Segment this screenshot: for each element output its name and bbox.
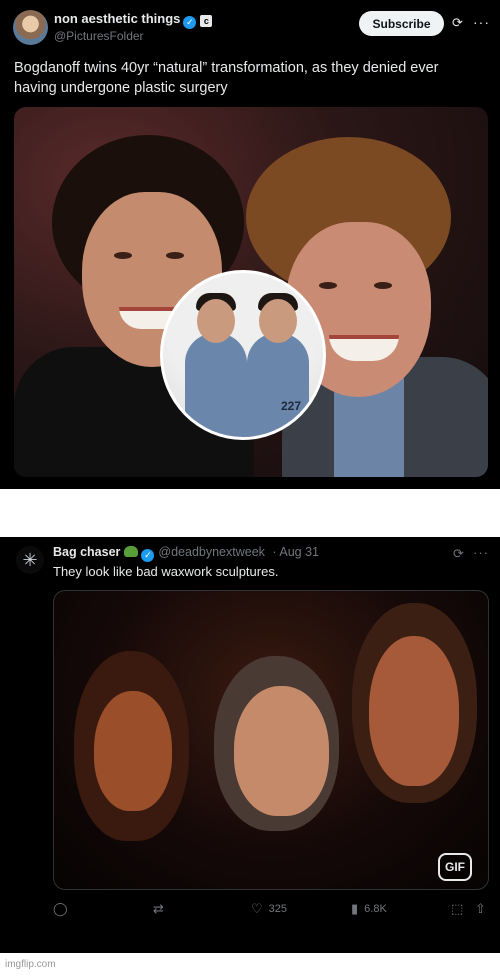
inset-person-left [185, 333, 247, 437]
display-name[interactable]: Bag chaser [53, 545, 120, 559]
author-handle[interactable]: @deadbynextweek [158, 545, 265, 559]
inset-young-photo: 227 [160, 270, 326, 440]
avatar[interactable]: ✳ [16, 546, 44, 574]
like-count: 325 [268, 903, 288, 915]
verified-icon: ✓ [141, 549, 155, 562]
bookmark-button[interactable]: ⬚ [451, 902, 463, 916]
eye [374, 282, 392, 289]
eye [319, 282, 337, 289]
repost-icon: ⇄ [153, 901, 164, 916]
eye [166, 252, 184, 259]
like-button[interactable]: ♡ 325 [251, 902, 287, 916]
figure-middle-face [234, 686, 329, 816]
views-icon: ▮ [351, 901, 359, 916]
gif-badge[interactable]: GIF [438, 853, 472, 881]
reply-button[interactable]: ◯ [53, 902, 74, 916]
watermark: imgflip.com [5, 959, 56, 970]
avatar[interactable] [13, 10, 48, 45]
grok-icon[interactable]: ⟳ [453, 546, 464, 562]
inset-uniform-number: 227 [281, 399, 302, 413]
author-handle[interactable]: @PicturesFolder [54, 29, 144, 43]
affiliate-badge: c [200, 15, 213, 27]
separator [0, 489, 500, 537]
verified-icon: ✓ [183, 16, 197, 29]
author-line: Bag chaser ✓ @deadbynextweek · Aug 31 [53, 545, 319, 562]
post-reply: ✳ Bag chaser ✓ @deadbynextweek · Aug 31 ⟳ … [0, 537, 500, 953]
inset-person-right [247, 333, 309, 437]
share-icon: ⇧ [475, 901, 486, 916]
action-bar: ◯ ⇄ ♡ 325 ▮ 6.8K ⬚ ⇧ [53, 902, 493, 920]
post-text: Bogdanoff twins 40yr “natural” transform… [14, 60, 439, 96]
more-icon[interactable]: ··· [473, 545, 489, 560]
figure-left-face [94, 691, 172, 811]
post-text: They look like bad waxwork sculptures. [53, 564, 279, 579]
frog-emoji-icon [124, 546, 139, 557]
subscribe-button[interactable]: Subscribe [359, 11, 444, 36]
bookmark-icon: ⬚ [451, 901, 464, 916]
share-button[interactable]: ⇧ [475, 902, 486, 916]
footer: imgflip.com [0, 953, 500, 976]
more-icon[interactable]: ··· [473, 14, 490, 30]
grok-icon[interactable]: ⟳ [452, 16, 466, 30]
post-photo[interactable]: 227 [14, 107, 488, 477]
repost-button[interactable]: ⇄ [153, 902, 170, 916]
post-gif[interactable]: GIF [53, 590, 489, 890]
display-name[interactable]: non aesthetic things [54, 11, 180, 26]
eye [114, 252, 132, 259]
views-count: 6.8K [364, 903, 387, 915]
figure-right-face [369, 636, 459, 786]
post-date[interactable]: · Aug 31 [272, 545, 319, 559]
like-icon: ♡ [251, 901, 263, 916]
reply-icon: ◯ [53, 901, 68, 916]
author-name[interactable]: non aesthetic things ✓ c [54, 11, 213, 29]
post-quoted-tweet: non aesthetic things ✓ c @PicturesFolder S… [0, 0, 500, 489]
views-button[interactable]: ▮ 6.8K [351, 902, 387, 916]
inset-head [197, 299, 235, 343]
inset-head [259, 299, 297, 343]
